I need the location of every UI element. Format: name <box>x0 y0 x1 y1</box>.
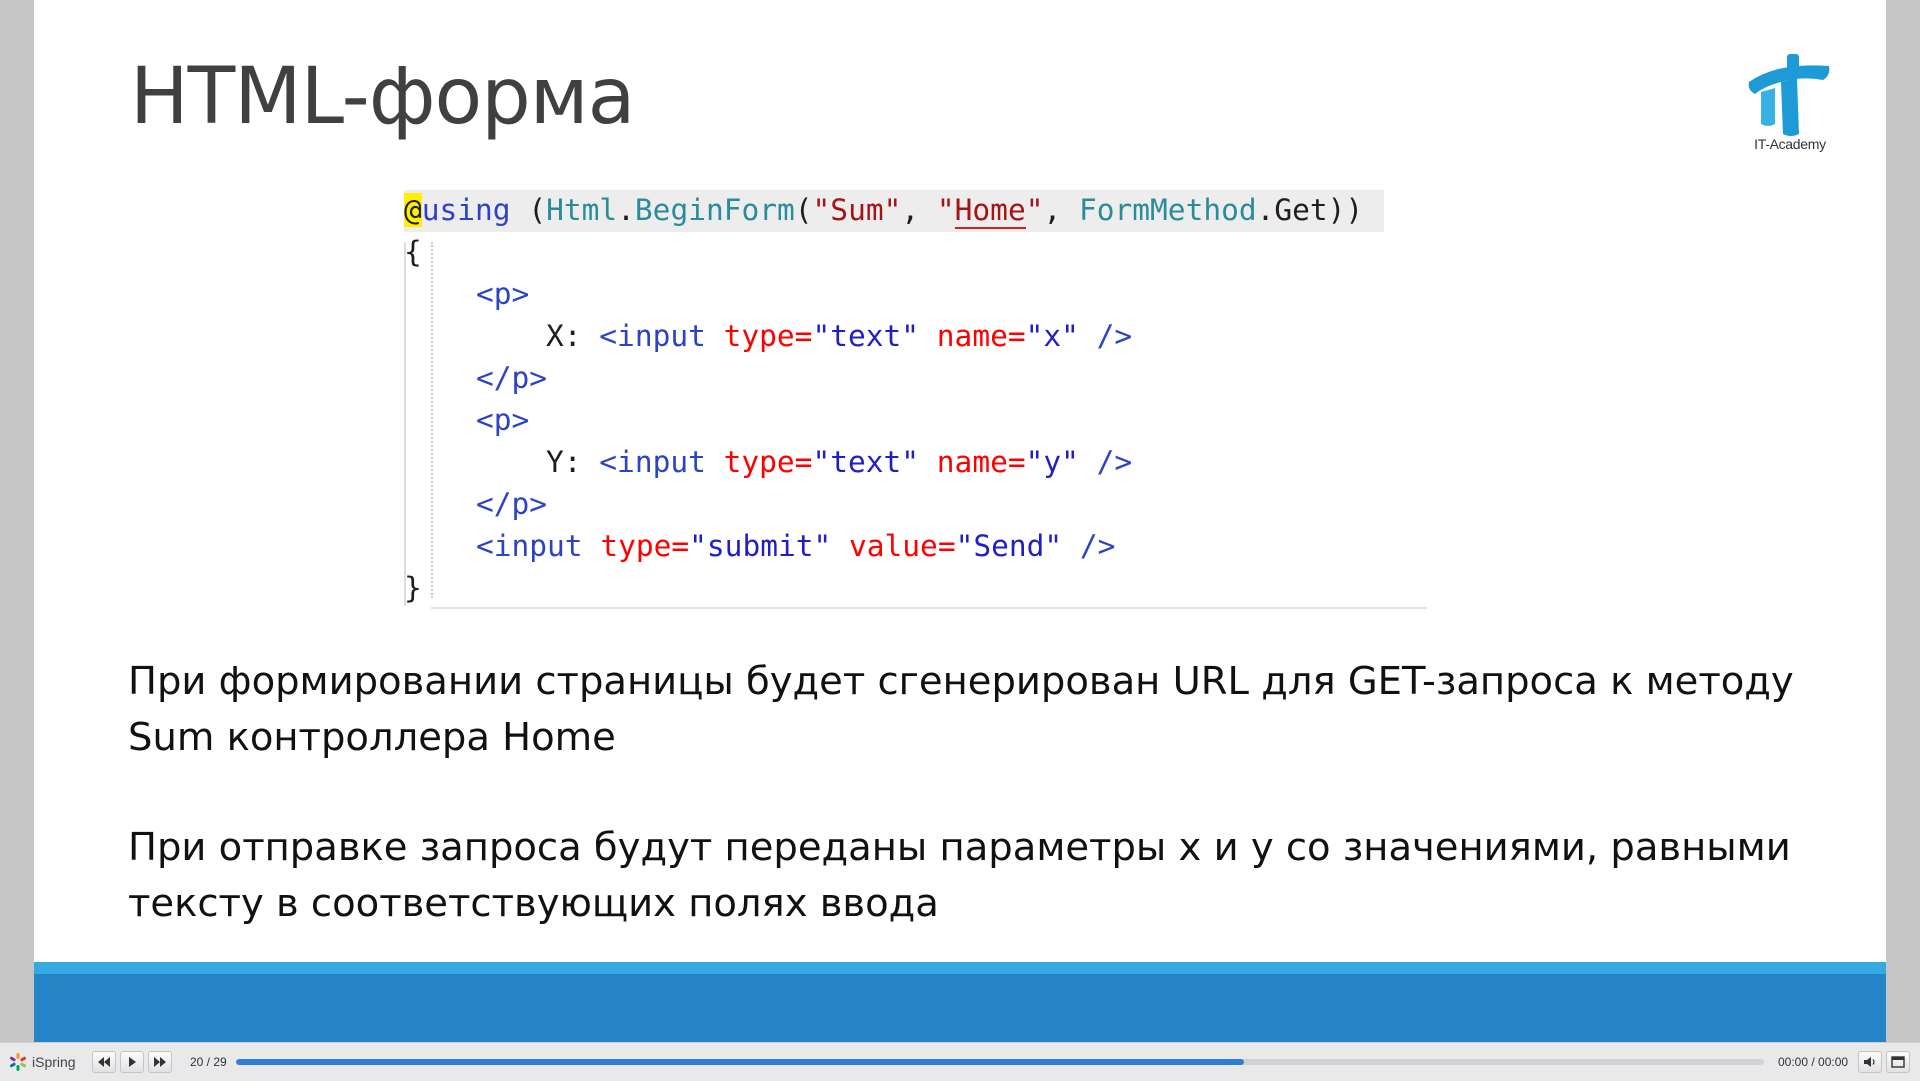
p-close-tag: </p> <box>476 361 548 395</box>
y-label-text: Y: <box>546 445 600 479</box>
progress-track[interactable] <box>236 1059 1764 1065</box>
next-slide-icon <box>154 1057 166 1067</box>
text-value: "text" <box>812 319 920 353</box>
code-punct: , <box>901 193 937 227</box>
footer-accent-stripe <box>34 962 1886 974</box>
progress-fill <box>236 1059 1245 1065</box>
footer-band <box>34 974 1886 1042</box>
input-tag: <input <box>599 445 706 479</box>
volume-icon <box>1864 1057 1875 1067</box>
input-tag: <input <box>476 529 583 563</box>
code-line-6: <p> <box>476 400 529 442</box>
prev-slide-icon <box>98 1057 110 1067</box>
text-value: "text" <box>812 445 920 479</box>
code-punct: ( <box>510 193 547 227</box>
formmethod-enum: FormMethod <box>1079 193 1257 227</box>
ispring-label: iSpring <box>32 1054 76 1070</box>
name-attr: name= <box>919 319 1026 353</box>
fullscreen-button[interactable] <box>1886 1051 1910 1073</box>
code-quote: " <box>1025 193 1044 227</box>
slide-title: HTML-форма <box>130 52 635 142</box>
input-tag: <input <box>599 319 706 353</box>
p-close-tag: </p> <box>476 487 548 521</box>
x-value: "x" <box>1025 319 1079 353</box>
code-quote: " <box>936 193 955 227</box>
ispring-logo-icon <box>10 1053 26 1071</box>
p-open-tag: <p> <box>476 403 530 437</box>
type-attr: type= <box>705 445 813 479</box>
code-line-10: } <box>404 568 422 610</box>
type-attr: type= <box>705 319 813 353</box>
volume-button[interactable] <box>1858 1051 1882 1073</box>
self-close-tag: /> <box>1062 529 1116 563</box>
name-attr: name= <box>919 445 1026 479</box>
get-member: Get <box>1274 193 1328 227</box>
type-attr: type= <box>582 529 690 563</box>
code-bottom-rule <box>431 607 1427 609</box>
p-open-tag: <p> <box>476 277 530 311</box>
code-line-3: <p> <box>476 274 529 316</box>
time-display: 00:00 / 00:00 <box>1778 1055 1849 1069</box>
using-keyword: using <box>421 193 511 227</box>
ispring-brand[interactable]: iSpring <box>8 1052 76 1072</box>
logo-text: IT-Academy <box>1754 136 1826 152</box>
code-snippet: @using (Html.BeginForm("Sum", "Home", Fo… <box>404 190 1438 610</box>
slide-counter: 20 / 29 <box>190 1055 227 1069</box>
paragraph-url-generation: При формировании страницы будет сгенерир… <box>128 659 1794 760</box>
paragraph-parameters: При отправке запроса будут переданы пара… <box>128 825 1791 926</box>
self-close-tag: /> <box>1078 319 1133 353</box>
code-indent-guide <box>431 242 433 598</box>
fullscreen-icon <box>1891 1056 1905 1068</box>
code-punct: ( <box>794 193 813 227</box>
code-line-1: @using (Html.BeginForm("Sum", "Home", Fo… <box>404 190 1363 232</box>
html-class: Html <box>546 193 618 227</box>
code-left-rule <box>404 242 406 606</box>
x-label-text: X: <box>546 319 600 353</box>
next-slide-button[interactable] <box>148 1051 172 1073</box>
razor-at: @ <box>404 193 422 227</box>
code-line-8: </p> <box>476 484 547 526</box>
code-line-5: </p> <box>476 358 547 400</box>
beginform-method: BeginForm <box>634 193 795 227</box>
slide: HTML-форма IT-Academy @using (Html.Begin… <box>34 0 1886 1042</box>
code-punct: )) <box>1327 193 1364 227</box>
code-punct: . <box>617 193 635 227</box>
self-close-tag: /> <box>1078 445 1133 479</box>
code-line-2: { <box>404 232 422 274</box>
open-brace: { <box>404 235 422 269</box>
y-value: "y" <box>1025 445 1079 479</box>
prev-slide-button[interactable] <box>92 1051 116 1073</box>
sum-string: "Sum" <box>812 193 902 227</box>
code-line-9: <input type="submit" value="Send" /> <box>476 526 1115 568</box>
value-attr: value= <box>831 529 956 563</box>
code-line-4: X: <input type="text" name="x" /> <box>546 316 1132 358</box>
submit-value: "submit" <box>689 529 832 563</box>
play-icon <box>129 1057 136 1067</box>
code-line-7: Y: <input type="text" name="y" /> <box>546 442 1132 484</box>
play-button[interactable] <box>120 1051 144 1073</box>
code-punct: . <box>1256 193 1275 227</box>
home-string: Home <box>954 193 1026 229</box>
close-brace: } <box>404 571 422 605</box>
player-bar: iSpring 20 / 29 00:00 / 00:00 <box>0 1042 1920 1081</box>
code-punct: , <box>1043 193 1079 227</box>
send-value: "Send" <box>955 529 1063 563</box>
